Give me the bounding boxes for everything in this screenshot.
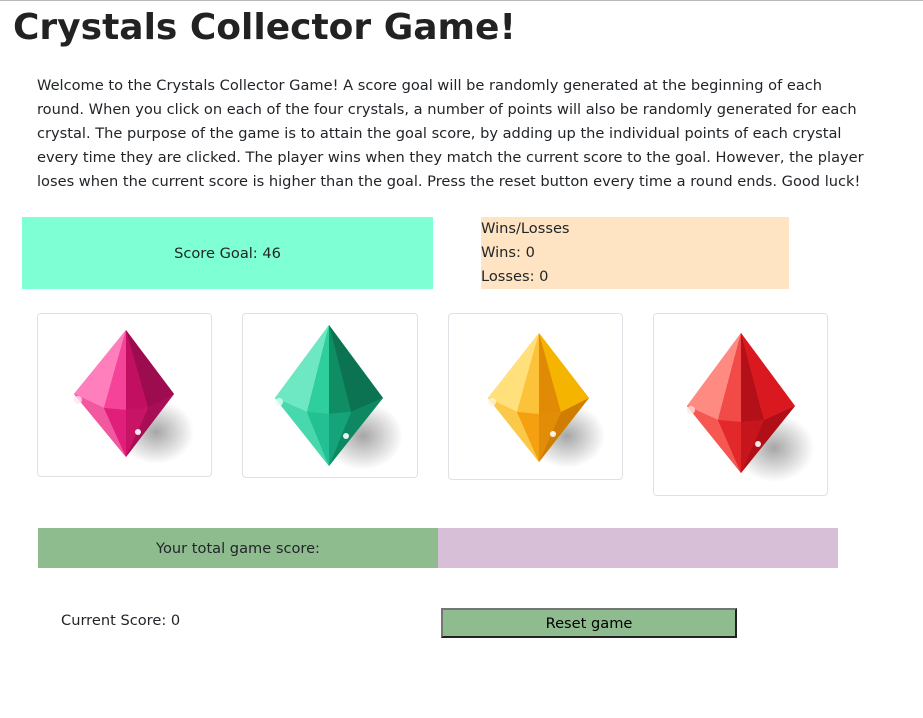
yellow-crystal-icon xyxy=(488,333,605,468)
pink-crystal-icon xyxy=(74,330,194,464)
page-title: Crystals Collector Game! xyxy=(13,7,516,48)
wins-losses-panel: Wins/Losses Wins: 0 Losses: 0 xyxy=(481,217,789,289)
total-score-label: Your total game score: xyxy=(156,539,320,557)
wins-losses-heading: Wins/Losses xyxy=(481,220,570,237)
red-crystal-button[interactable] xyxy=(653,313,828,496)
losses-count: Losses: 0 xyxy=(481,268,549,285)
total-score-value-bar xyxy=(438,528,838,568)
pink-crystal-button[interactable] xyxy=(37,313,212,477)
green-crystal-icon xyxy=(275,325,403,470)
top-divider xyxy=(0,0,923,1)
yellow-crystal-button[interactable] xyxy=(448,313,623,480)
red-crystal-icon xyxy=(687,333,814,482)
game-instructions: Welcome to the Crystals Collector Game! … xyxy=(37,77,864,190)
green-crystal-button[interactable] xyxy=(242,313,418,478)
score-goal-text: Score Goal: 46 xyxy=(174,244,281,262)
total-score-label-bar: Your total game score: xyxy=(38,528,438,568)
wins-count: Wins: 0 xyxy=(481,244,535,261)
score-goal-panel: Score Goal: 46 xyxy=(22,217,433,289)
reset-game-button[interactable]: Reset game xyxy=(441,608,737,638)
current-score-text: Current Score: 0 xyxy=(61,612,181,629)
